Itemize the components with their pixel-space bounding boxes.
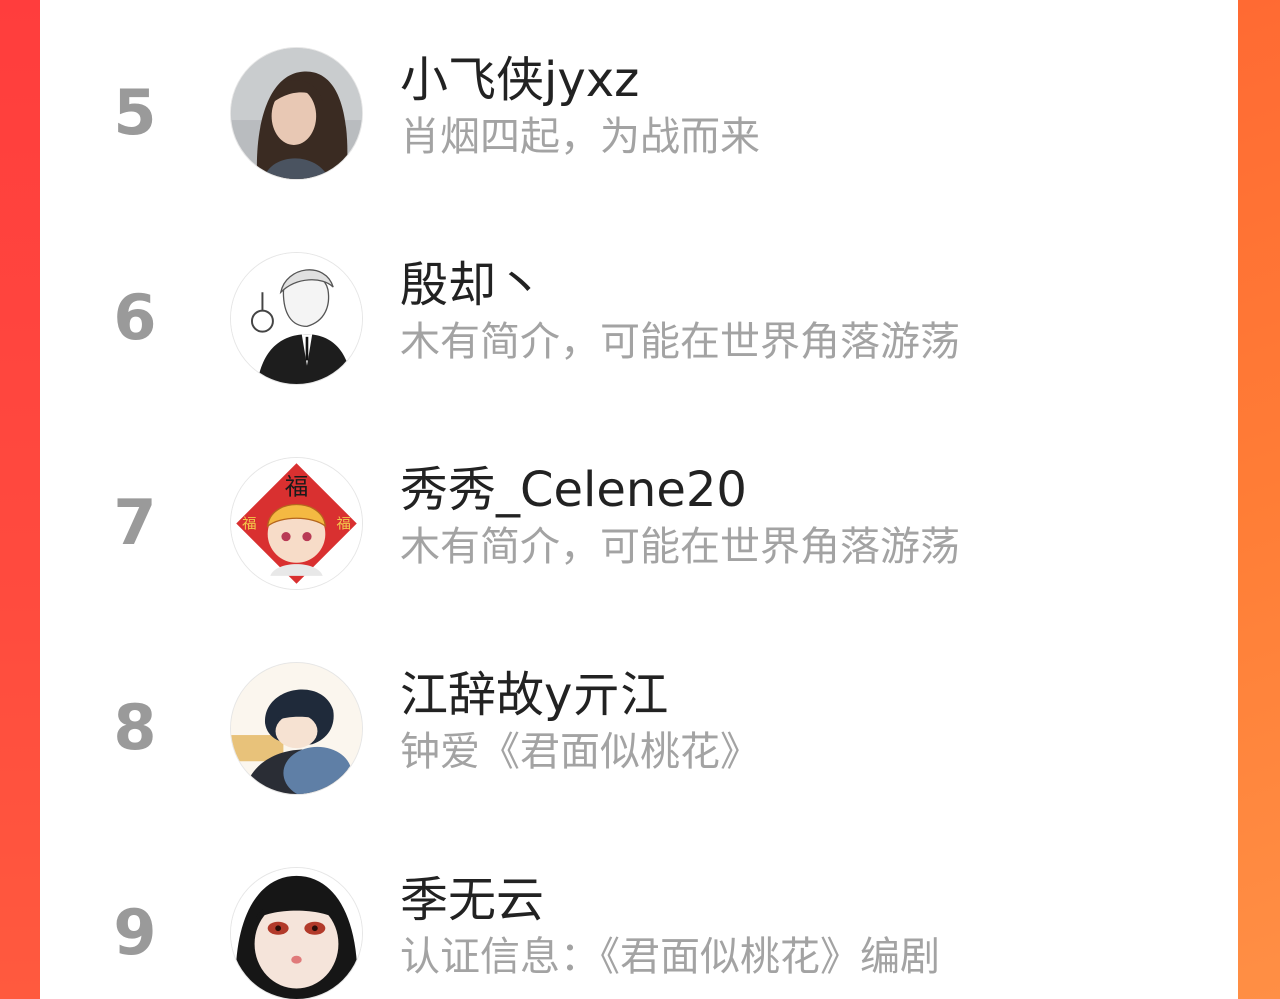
user-name[interactable]: 秀秀_Celene20 [400, 462, 747, 518]
ranking-row[interactable]: 9 季无云 认证信息：《君面似桃花》编剧 [40, 860, 1238, 999]
ranking-row[interactable]: 7 福 福 福 秀秀_Celene20 木有简介，可能在世界角落游荡 [40, 450, 1238, 590]
user-avatar[interactable]: 福 福 福 [230, 457, 363, 590]
rank-number: 6 [113, 281, 157, 354]
fu-character-right: 福 [336, 516, 350, 533]
user-avatar[interactable] [230, 867, 363, 999]
sketch-man-lantern-avatar-icon [231, 253, 362, 384]
user-name[interactable]: 江辞故y亓江 [400, 667, 668, 723]
right-accent-border [1238, 0, 1280, 999]
user-avatar[interactable] [230, 662, 363, 795]
rank-number: 7 [113, 486, 157, 559]
ranking-row[interactable]: 8 江辞故y亓江 钟爱《君面似桃花》 [40, 655, 1238, 795]
rank-number: 8 [113, 691, 157, 764]
sleeping-boy-avatar-icon [231, 663, 362, 794]
user-bio: 钟爱《君面似桃花》 [400, 729, 760, 775]
user-avatar[interactable] [230, 252, 363, 385]
left-accent-border [0, 0, 40, 999]
user-avatar[interactable] [230, 47, 363, 180]
user-bio: 木有简介，可能在世界角落游荡 [400, 524, 960, 570]
fu-character-top: 福 [285, 473, 309, 501]
user-name[interactable]: 小飞侠jyxz [400, 52, 639, 108]
ranking-list-panel: 5 小飞侠jyxz 肖烟四起，为战而来 6 殷却丶 木有简介，可能在世界角落游荡… [40, 0, 1238, 999]
user-name[interactable]: 殷却丶 [400, 257, 544, 313]
ranking-row[interactable]: 6 殷却丶 木有简介，可能在世界角落游荡 [40, 245, 1238, 385]
red-eyed-girl-avatar-icon [231, 868, 362, 999]
rank-number: 5 [113, 76, 157, 149]
woman-photo-avatar-icon [231, 48, 362, 179]
user-bio: 肖烟四起，为战而来 [400, 114, 760, 160]
user-bio: 认证信息：《君面似桃花》编剧 [400, 934, 940, 980]
fu-tiger-girl-avatar-icon: 福 福 福 [231, 458, 362, 589]
user-name[interactable]: 季无云 [400, 872, 544, 928]
user-bio: 木有简介，可能在世界角落游荡 [400, 319, 960, 365]
fu-character-left: 福 [242, 516, 256, 533]
rank-number: 9 [113, 896, 157, 969]
ranking-row[interactable]: 5 小飞侠jyxz 肖烟四起，为战而来 [40, 40, 1238, 180]
